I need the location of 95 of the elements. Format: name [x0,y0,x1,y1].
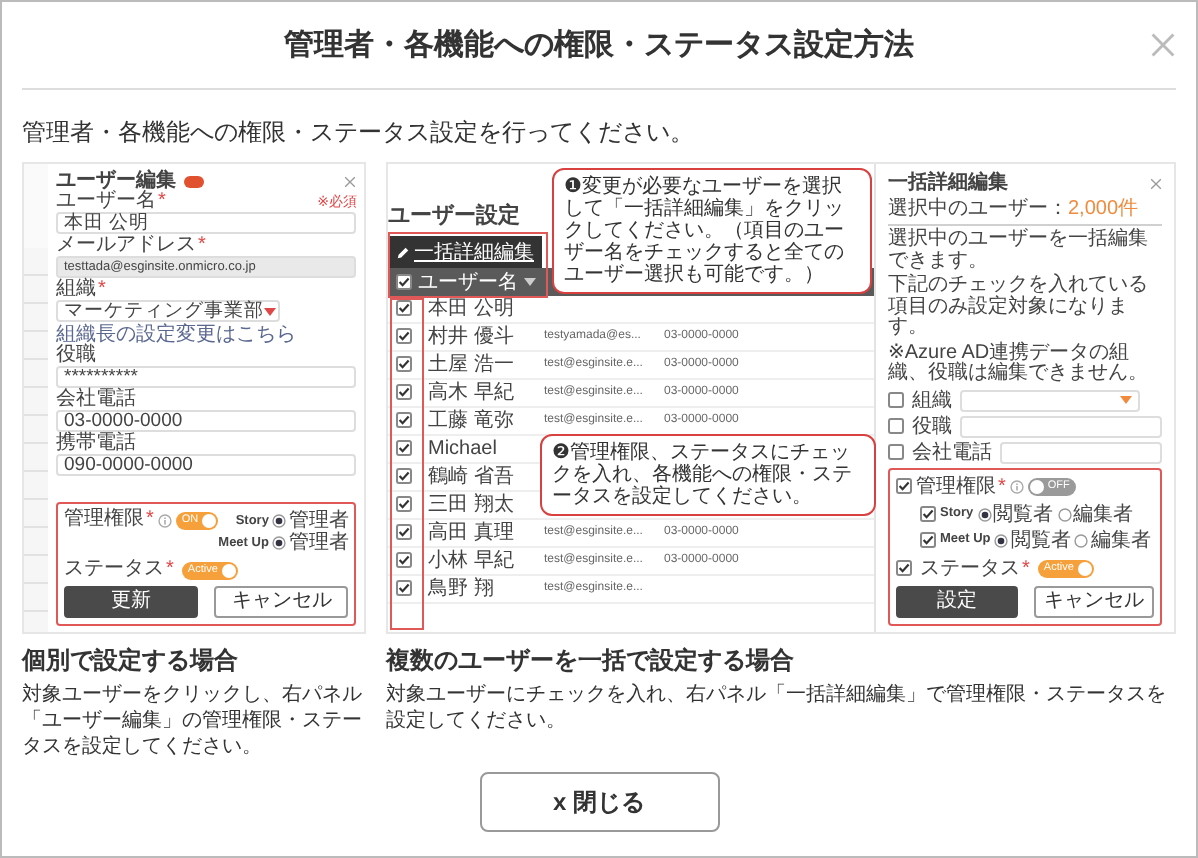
selection-summary: 選択中のユーザー：2,000件 [888,198,1141,220]
user-name: 高木 早紀 [428,382,516,404]
field-label: ステータス* [64,560,174,580]
field-label: ユーザー名* [56,192,166,212]
caret-icon [1120,396,1132,404]
user-name: 鶴崎 省吾 [428,466,516,488]
radio-button[interactable] [977,507,992,521]
text-field[interactable] [960,415,1162,437]
checkbox[interactable] [888,444,904,460]
option-label: 編集者 [1090,529,1151,551]
note-text: 下記のチェックを入れている項目のみ設定対象になります。 [888,276,1150,339]
checkbox[interactable] [396,384,412,401]
text-field[interactable]: ********** [56,366,357,388]
field-label: 組織* [56,280,106,300]
checkbox[interactable] [396,496,412,513]
checkbox[interactable] [396,300,412,317]
note-text: ※Azure AD連携データの組織、役職は編集できません。 [888,343,1150,385]
checkbox[interactable] [888,418,904,434]
radio-button[interactable] [994,533,1009,547]
pencil-icon [396,245,410,259]
section-heading: 個別で設定する場合 [22,646,240,675]
user-name: 土屋 浩一 [428,354,516,376]
user-name: 高田 真理 [428,522,516,544]
intro-text: 管理者・各機能への権限・ステータス設定を行ってください。 [22,116,696,150]
text-field[interactable]: 本田 公明 [56,212,357,234]
radio-button[interactable] [1057,507,1072,521]
option-label: 編集者 [1073,503,1134,525]
badge-icon [184,175,204,187]
checkbox[interactable] [396,440,412,457]
submit-button[interactable]: 設定 [896,585,1017,617]
field-label: 会社電話 [56,390,136,410]
field-label: 管理権限* [64,510,154,530]
field-label: 携帯電話 [56,434,136,454]
option-label: 管理者 [288,510,349,532]
note-text: 選択中のユーザーを一括編集できます。 [888,230,1150,272]
radio-button[interactable] [272,514,287,528]
panel-title: ユーザー編集 [56,170,176,192]
callout: ❷管理権限、ステータスにチェックを入れ、各機能への権限・ステータスを設定してください。 [540,434,876,516]
text-field[interactable] [1000,441,1162,463]
user-name: 小林 早紀 [428,550,516,572]
text-field[interactable]: 090-0000-0000 [56,454,357,476]
radio-button[interactable] [272,536,287,550]
checkbox[interactable] [888,392,904,408]
info-icon [157,513,172,527]
select-field[interactable] [960,389,1140,411]
cancel-button[interactable]: キャンセル [214,586,349,618]
select-field[interactable]: マーケティング事業部 [56,300,280,322]
settings-link[interactable]: 組織長の設定変更はこちら [56,324,357,346]
column-header[interactable]: ユーザー名 [418,271,518,293]
checkbox[interactable] [896,478,912,494]
bulk-edit-button[interactable]: 一括詳細編集 [388,236,542,268]
page-title: ユーザー設定 [388,204,520,232]
checkbox[interactable] [396,356,412,373]
checkbox[interactable] [920,532,936,548]
panel-title: 一括詳細編集 [888,172,1008,194]
user-name: 工藤 竜弥 [428,410,516,432]
field-label: 管理権限* [916,475,1006,497]
caret-icon [264,307,276,315]
checkbox[interactable] [396,524,412,541]
submit-button[interactable]: 更新 [64,586,199,618]
caret-icon [524,278,536,286]
field-label: 役職 [912,415,952,437]
radio-button[interactable] [1074,533,1089,547]
cancel-button[interactable]: キャンセル [1033,585,1154,617]
field-label: 役職 [56,346,96,366]
user-name: Michael [428,438,499,460]
option-label: 管理者 [288,532,349,554]
checkbox[interactable] [896,560,912,576]
section-text: 対象ユーザーにチェックを入れ、右パネル「一括詳細編集」で管理権限・ステータスを設定してください。 [386,682,1168,735]
close-icon[interactable] [1150,177,1162,189]
field-label: メールアドレス* [56,236,206,256]
field-label: 組織 [912,389,952,411]
checkbox[interactable] [396,412,412,429]
close-button[interactable]: x 閉じる [479,772,719,832]
checkbox[interactable] [396,468,412,485]
checkbox[interactable] [396,552,412,569]
info-icon [1009,479,1024,493]
user-name: 本田 公明 [428,298,516,320]
field-label: ステータス* [920,557,1030,579]
checkbox[interactable] [396,580,412,597]
callout: ❶変更が必要なユーザーを選択して「一括詳細編集」をクリックしてください。（項目のユーザー名をチェックすると全てのユーザー選択も可能です。） [552,168,872,294]
checkbox[interactable] [396,328,412,345]
section-heading: 複数のユーザーを一括で設定する場合 [386,646,796,675]
user-name: 三田 翔太 [428,494,516,516]
checkbox[interactable] [920,506,936,522]
close-icon[interactable] [344,175,357,187]
option-label: 閲覧者 [1010,529,1071,551]
user-name: 村井 優斗 [428,326,516,348]
field-label: 会社電話 [912,441,992,463]
text-field[interactable]: 03-0000-0000 [56,410,357,432]
option-label: 閲覧者 [993,503,1054,525]
dialog-title: 管理者・各機能への権限・ステータス設定方法 [284,27,914,63]
section-text: 対象ユーザーをクリックし、右パネル「ユーザー編集」の管理権限・ステータスを設定してください。 [22,682,364,761]
checkbox[interactable] [396,274,412,290]
user-name: 鳥野 翔 [428,578,496,600]
